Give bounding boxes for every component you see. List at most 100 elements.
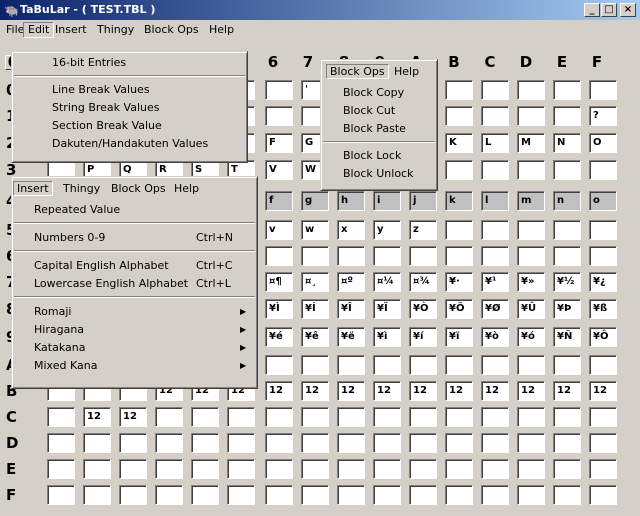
grid-cell[interactable] xyxy=(265,485,293,505)
grid-cell[interactable] xyxy=(445,246,473,266)
grid-cell[interactable] xyxy=(337,246,365,266)
grid-cell[interactable]: ¥ó xyxy=(517,327,545,347)
grid-cell[interactable] xyxy=(301,407,329,427)
grid-cell[interactable] xyxy=(337,485,365,505)
grid-cell[interactable] xyxy=(589,485,617,505)
grid-cell[interactable] xyxy=(553,220,581,240)
grid-cell[interactable]: ¤¶ xyxy=(265,272,293,292)
grid-cell[interactable]: 12 xyxy=(83,407,111,427)
grid-cell[interactable] xyxy=(517,80,545,100)
grid-cell[interactable] xyxy=(589,407,617,427)
grid-cell[interactable]: 12 xyxy=(517,381,545,401)
close-button[interactable]: × xyxy=(620,3,636,17)
menu-item[interactable]: Romaji ▶ xyxy=(12,303,257,320)
grid-cell[interactable]: v xyxy=(265,220,293,240)
menu-item[interactable]: Numbers 0-9 Ctrl+N xyxy=(12,229,257,246)
grid-cell[interactable] xyxy=(553,433,581,453)
grid-cell[interactable]: ¥Ô xyxy=(589,327,617,347)
menu-item[interactable]: Hiragana ▶ xyxy=(12,321,257,338)
grid-cell[interactable] xyxy=(517,160,545,180)
grid-cell[interactable]: ¥Ì xyxy=(265,299,293,319)
grid-cell[interactable]: w xyxy=(301,220,329,240)
menu-item[interactable]: Block Unlock xyxy=(321,165,437,182)
grid-cell[interactable]: L xyxy=(481,133,509,153)
grid-cell[interactable] xyxy=(409,355,437,375)
minimize-button[interactable]: _ xyxy=(584,3,600,17)
grid-cell[interactable] xyxy=(481,160,509,180)
grid-cell[interactable] xyxy=(227,433,255,453)
grid-cell[interactable]: 12 xyxy=(119,407,147,427)
grid-cell[interactable] xyxy=(553,80,581,100)
menu-insert[interactable]: Insert xyxy=(51,22,91,38)
grid-cell[interactable]: O xyxy=(589,133,617,153)
grid-cell[interactable]: 12 xyxy=(589,381,617,401)
grid-cell[interactable]: ¤¾ xyxy=(409,272,437,292)
grid-cell[interactable]: ¤¸ xyxy=(301,272,329,292)
grid-cell[interactable] xyxy=(409,433,437,453)
grid-cell[interactable] xyxy=(517,355,545,375)
grid-cell[interactable] xyxy=(589,433,617,453)
menu-thingy[interactable]: Thingy xyxy=(93,22,138,38)
grid-cell[interactable] xyxy=(83,485,111,505)
menu-help[interactable]: Help xyxy=(205,22,238,38)
grid-cell[interactable] xyxy=(589,459,617,479)
insert-bar-item[interactable]: Insert xyxy=(13,181,53,196)
grid-cell[interactable]: 12 xyxy=(445,381,473,401)
grid-cell[interactable] xyxy=(517,485,545,505)
grid-cell[interactable]: 12 xyxy=(553,381,581,401)
grid-cell[interactable]: ¥Ñ xyxy=(553,327,581,347)
grid-cell[interactable] xyxy=(589,80,617,100)
grid-cell[interactable] xyxy=(445,160,473,180)
grid-cell[interactable] xyxy=(301,355,329,375)
grid-cell[interactable]: M xyxy=(517,133,545,153)
menu-item[interactable]: Block Cut xyxy=(321,102,437,119)
grid-cell[interactable]: ¥Í xyxy=(301,299,329,319)
grid-cell[interactable] xyxy=(517,407,545,427)
grid-cell[interactable]: ¥Û xyxy=(517,299,545,319)
grid-cell[interactable] xyxy=(301,485,329,505)
grid-cell[interactable]: k xyxy=(445,191,473,211)
grid-cell[interactable]: l xyxy=(481,191,509,211)
grid-cell[interactable] xyxy=(47,433,75,453)
grid-cell[interactable]: 12 xyxy=(481,381,509,401)
thingy-bar-item[interactable]: Thingy xyxy=(60,181,103,196)
menu-item[interactable]: Lowercase English Alphabet Ctrl+L xyxy=(12,275,257,292)
grid-cell[interactable]: ¥ë xyxy=(337,327,365,347)
grid-cell[interactable]: ¥Ò xyxy=(409,299,437,319)
grid-cell[interactable]: ¥ß xyxy=(589,299,617,319)
grid-cell[interactable] xyxy=(373,407,401,427)
block-ops-bar-item[interactable]: Block Ops xyxy=(108,181,169,196)
grid-cell[interactable] xyxy=(265,80,293,100)
grid-cell[interactable] xyxy=(155,433,183,453)
grid-cell[interactable]: 12 xyxy=(337,381,365,401)
grid-cell[interactable]: ¥Þ xyxy=(553,299,581,319)
grid-cell[interactable]: i xyxy=(373,191,401,211)
grid-cell[interactable] xyxy=(409,485,437,505)
grid-cell[interactable] xyxy=(517,433,545,453)
grid-cell[interactable] xyxy=(47,459,75,479)
title-bar[interactable]: 🐃 TaBuLar - ( TEST.TBL ) _ □ × xyxy=(0,0,640,20)
grid-cell[interactable] xyxy=(589,220,617,240)
grid-cell[interactable] xyxy=(445,407,473,427)
grid-cell[interactable]: 12 xyxy=(409,381,437,401)
grid-cell[interactable]: ¥ï xyxy=(445,327,473,347)
grid-cell[interactable]: x xyxy=(337,220,365,240)
grid-cell[interactable] xyxy=(445,485,473,505)
grid-cell[interactable]: 12 xyxy=(373,381,401,401)
grid-cell[interactable] xyxy=(265,407,293,427)
grid-cell[interactable] xyxy=(227,407,255,427)
grid-cell[interactable] xyxy=(83,459,111,479)
grid-cell[interactable] xyxy=(481,106,509,126)
grid-cell[interactable]: ¥ò xyxy=(481,327,509,347)
grid-cell[interactable] xyxy=(265,106,293,126)
grid-cell[interactable] xyxy=(373,485,401,505)
grid-cell[interactable] xyxy=(445,459,473,479)
grid-cell[interactable] xyxy=(589,355,617,375)
grid-cell[interactable] xyxy=(191,433,219,453)
grid-cell[interactable] xyxy=(553,160,581,180)
grid-cell[interactable] xyxy=(481,485,509,505)
grid-cell[interactable] xyxy=(119,459,147,479)
menu-item[interactable]: 16-bit Entries xyxy=(12,54,247,71)
grid-cell[interactable]: h xyxy=(337,191,365,211)
grid-cell[interactable]: ¥Õ xyxy=(445,299,473,319)
